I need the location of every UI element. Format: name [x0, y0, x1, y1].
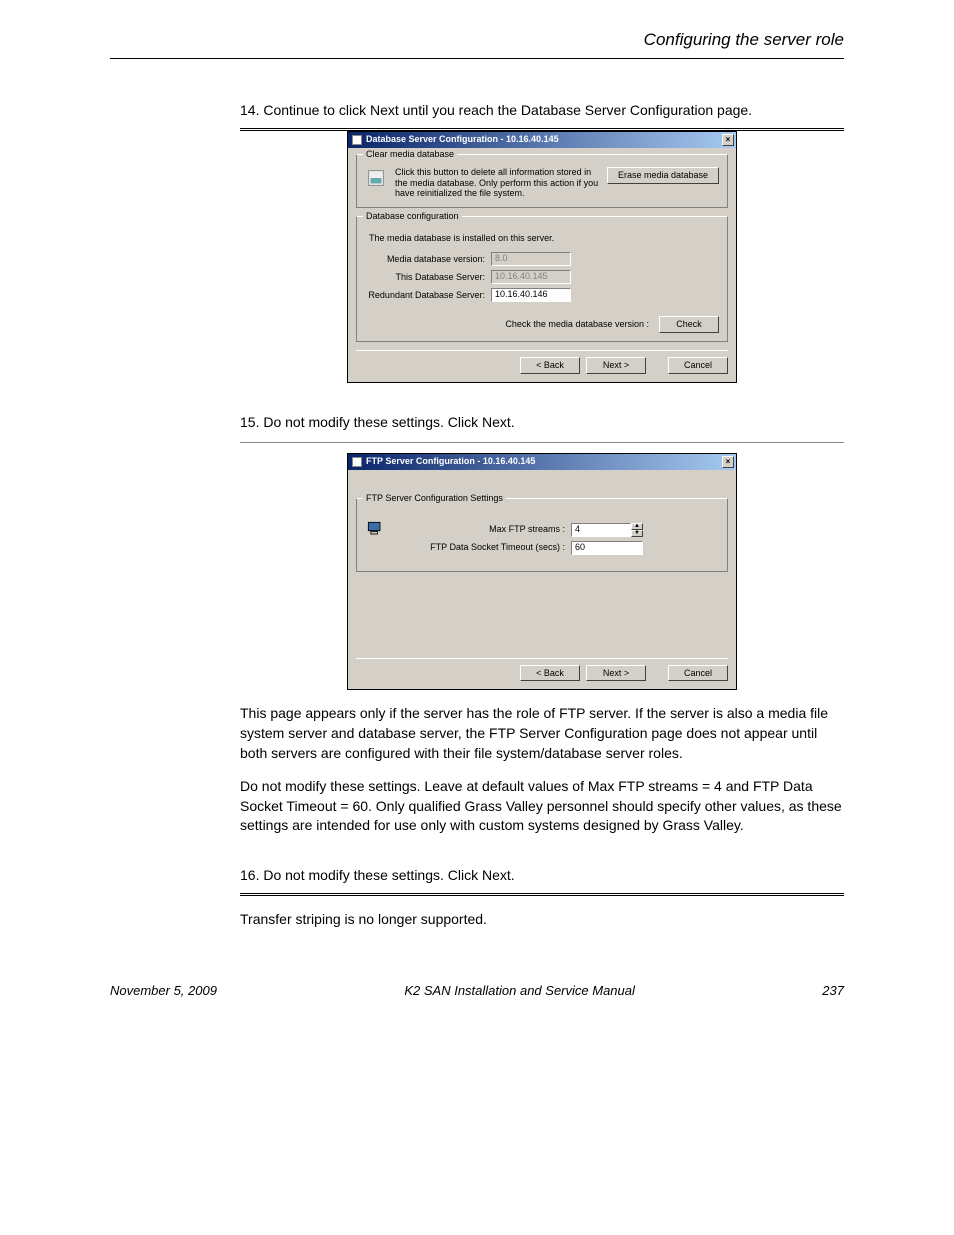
next-button[interactable]: Next > — [586, 357, 646, 374]
step-16: 16. Do not modify these settings. Click … — [240, 866, 844, 885]
spin-up-icon[interactable]: ▲ — [631, 523, 643, 530]
divider — [240, 893, 844, 896]
check-button[interactable]: Check — [659, 316, 719, 333]
step-14: 14. Continue to click Next until you rea… — [240, 101, 844, 120]
paragraph-defaults: Do not modify these settings. Leave at d… — [240, 777, 844, 836]
close-icon[interactable]: × — [722, 456, 734, 468]
spin-down-icon[interactable]: ▼ — [631, 530, 643, 537]
version-field: 8.0 — [491, 252, 571, 266]
cancel-button[interactable]: Cancel — [668, 357, 728, 374]
database-config-group: The media database is installed on this … — [356, 216, 728, 342]
divider — [240, 442, 844, 443]
version-label: Media database version: — [365, 254, 485, 265]
footer-manual: K2 SAN Installation and Service Manual — [404, 983, 635, 998]
dialog-title: FTP Server Configuration - 10.16.40.145 — [366, 456, 535, 467]
next-button[interactable]: Next > — [586, 665, 646, 682]
app-icon — [352, 135, 362, 145]
computer-icon — [365, 519, 385, 539]
redundant-label: Redundant Database Server: — [365, 290, 485, 301]
max-streams-label: Max FTP streams : — [395, 524, 565, 535]
footer-page: 237 — [822, 983, 844, 998]
timeout-label: FTP Data Socket Timeout (secs) : — [395, 542, 565, 553]
ftp-server-config-dialog: FTP Server Configuration - 10.16.40.145 … — [347, 453, 737, 691]
spinner-buttons[interactable]: ▲ ▼ — [631, 523, 643, 537]
close-icon[interactable]: × — [722, 134, 734, 146]
timeout-field[interactable]: 60 — [571, 541, 643, 555]
step-15: 15. Do not modify these settings. Click … — [240, 413, 844, 432]
check-version-label: Check the media database version : — [505, 319, 649, 330]
ftp-settings-group: Max FTP streams : 4 ▲ ▼ — [356, 498, 728, 572]
installed-text: The media database is installed on this … — [369, 233, 719, 244]
cancel-button[interactable]: Cancel — [668, 665, 728, 682]
titlebar: FTP Server Configuration - 10.16.40.145 … — [348, 454, 736, 470]
redundant-server-field[interactable]: 10.16.40.146 — [491, 288, 571, 302]
database-icon — [365, 167, 387, 189]
footer-date: November 5, 2009 — [110, 983, 217, 998]
this-server-field: 10.16.40.145 — [491, 270, 571, 284]
back-button[interactable]: < Back — [520, 357, 580, 374]
erase-media-button[interactable]: Erase media database — [607, 167, 719, 184]
max-streams-field[interactable]: 4 — [571, 523, 631, 537]
back-button[interactable]: < Back — [520, 665, 580, 682]
header-rule — [110, 58, 844, 59]
app-icon — [352, 457, 362, 467]
page-header-title: Configuring the server role — [110, 30, 844, 50]
paragraph-striping: Transfer striping is no longer supported… — [240, 910, 844, 930]
this-server-label: This Database Server: — [365, 272, 485, 283]
titlebar: Database Server Configuration - 10.16.40… — [348, 132, 736, 148]
database-server-config-dialog: Database Server Configuration - 10.16.40… — [347, 131, 737, 383]
clear-description: Click this button to delete all informat… — [395, 167, 599, 199]
paragraph-ftp-note: This page appears only if the server has… — [240, 704, 844, 763]
clear-media-group: Click this button to delete all informat… — [356, 154, 728, 208]
dialog-title: Database Server Configuration - 10.16.40… — [366, 134, 559, 145]
